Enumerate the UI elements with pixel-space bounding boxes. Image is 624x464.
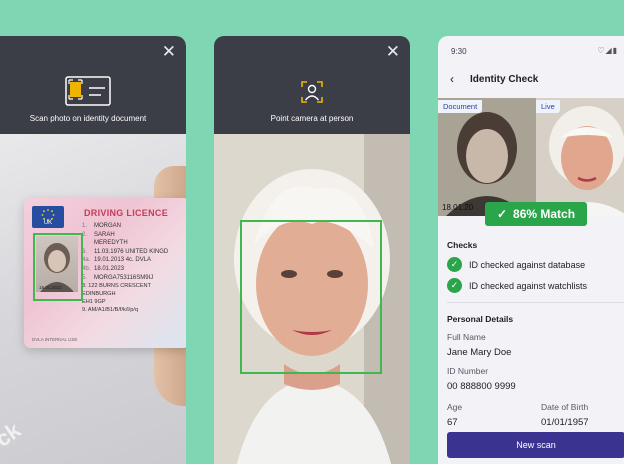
licence-line: 2. SARAH xyxy=(82,231,115,238)
back-arrow-icon[interactable]: ‹ xyxy=(450,72,454,86)
personal-details-heading: Personal Details xyxy=(447,314,514,324)
licence-line: 5. MORGA753116SM9IJ xyxy=(82,274,154,281)
check-circle-icon: ✓ xyxy=(447,257,462,272)
watermark: ck xyxy=(0,417,26,452)
full-name-value: Jane Mary Doe xyxy=(447,347,512,358)
check-item: ✓ ID checked against database xyxy=(447,257,585,272)
licence-line: 1. MORGAN xyxy=(82,223,121,229)
document-photo: 18.01.20 xyxy=(438,98,536,216)
match-badge: ✓ 86% Match xyxy=(485,202,587,226)
camera-view xyxy=(214,134,410,464)
full-name-label: Full Name xyxy=(447,332,486,342)
scan-caption: Scan photo on identity document xyxy=(29,114,147,123)
licence-lines: 1. MORGAN 2. SARAH MEREDYTH 3. 11.03.1976 U… xyxy=(82,222,168,282)
scan-header: ✕ Scan photo on identity document xyxy=(0,36,186,134)
licence-footer: DVLA INTERNAL USE xyxy=(32,337,78,342)
check-label: ID checked against database xyxy=(469,259,586,270)
document-tag: Document xyxy=(438,100,483,113)
scan-header: ✕ Point camera at person xyxy=(214,36,410,134)
page-title: Identity Check xyxy=(470,74,539,85)
licence-line: 3. 11.03.1976 UNITED KINGD xyxy=(82,248,169,255)
check-label: ID checked against watchlists xyxy=(469,280,588,291)
check-item: ✓ ID checked against watchlists xyxy=(447,278,587,293)
match-score: 86% Match xyxy=(513,207,576,221)
document-scan-phone: ✕ Scan photo on identity document UK DRI… xyxy=(0,36,186,464)
live-photo xyxy=(536,98,624,216)
driving-licence-card: UK DRIVING LICENCE 1. MORGAN 2. SARAH MERE… xyxy=(24,198,186,348)
face-detection-frame xyxy=(240,220,382,374)
dob-label: Date of Birth xyxy=(541,402,589,412)
age-label: Age xyxy=(447,402,463,412)
close-icon[interactable]: ✕ xyxy=(162,42,176,62)
status-icons: ♡◢▮ xyxy=(597,46,618,55)
licence-title: DRIVING LICENCE xyxy=(84,208,169,218)
status-time: 9:30 xyxy=(451,47,467,56)
age-value: 67 xyxy=(447,417,458,428)
divider xyxy=(447,302,624,303)
camera-view: UK DRIVING LICENCE 1. MORGAN 2. SARAH MERE… xyxy=(0,134,186,464)
scan-caption: Point camera at person xyxy=(270,114,354,123)
close-icon[interactable]: ✕ xyxy=(386,42,400,62)
identity-check-phone: 9:30 ♡◢▮ ‹ Identity Check 18.01.20 Docum… xyxy=(438,36,624,464)
dob-value: 01/01/1957 xyxy=(541,417,589,428)
country-code: UK xyxy=(43,220,53,226)
licence-line: 4b. 18.01.2023 xyxy=(82,265,125,272)
photo-detection-frame xyxy=(33,233,83,301)
licence-line: 4a. 19.01.2013 4c. DVLA xyxy=(82,257,152,264)
licence-line: MEREDYTH xyxy=(94,240,128,247)
id-number-label: ID Number xyxy=(447,366,489,376)
eu-flag-icon: UK xyxy=(32,206,64,228)
check-circle-icon: ✓ xyxy=(447,278,462,293)
live-tag: Live xyxy=(536,100,560,113)
licence-address: 8. 122 BURNS CRESCENT EDINBURGH EH1 9GP … xyxy=(82,283,152,313)
new-scan-button[interactable]: New scan xyxy=(447,432,624,458)
check-icon: ✓ xyxy=(496,207,508,221)
doc-photo-date: 18.01.20 xyxy=(442,203,474,212)
id-card-icon xyxy=(65,76,111,106)
face-scan-phone: ✕ Point camera at person xyxy=(214,36,410,464)
person-scan-icon xyxy=(301,81,323,103)
checks-heading: Checks xyxy=(447,240,478,250)
id-number-value: 00 888800 9999 xyxy=(447,381,516,392)
